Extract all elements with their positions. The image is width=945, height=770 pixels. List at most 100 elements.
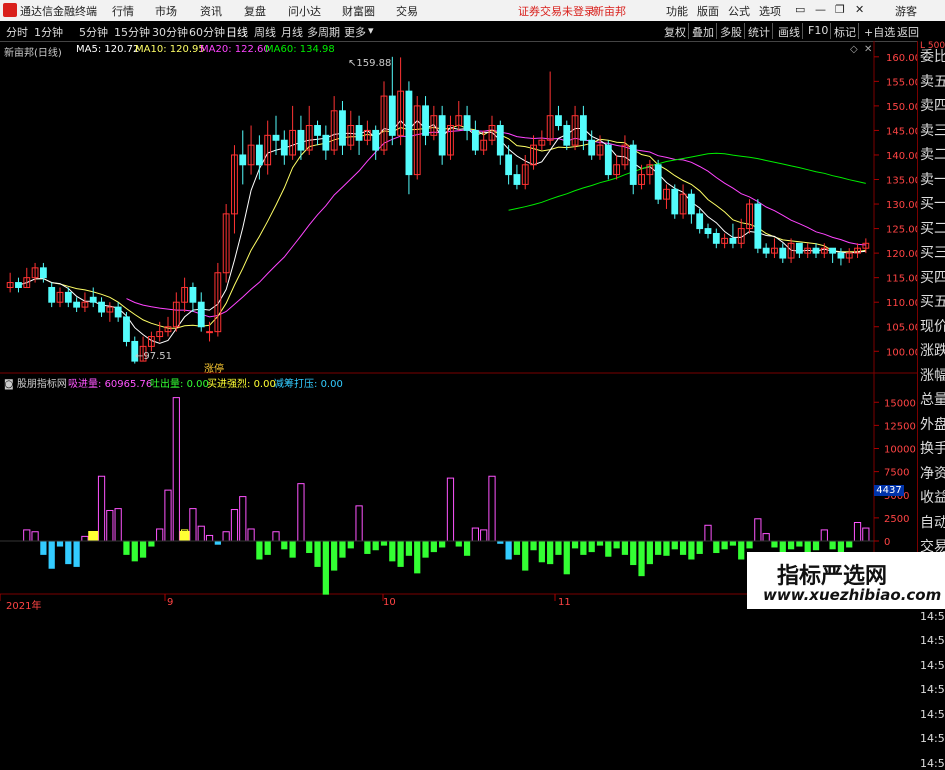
more-dropdown-icon[interactable]: ▾	[368, 24, 374, 37]
panel-close-icon[interactable]: ✕	[864, 44, 872, 55]
period-1min[interactable]: 1分钟	[34, 24, 63, 40]
candle-down	[197, 301, 205, 328]
menu-banmian[interactable]: 版面	[697, 3, 719, 19]
volume-bar-negative	[829, 541, 836, 550]
candle-down	[339, 110, 346, 146]
minimize-icon[interactable]: —	[815, 3, 826, 16]
candle-down	[654, 164, 662, 200]
volume-bar-positive	[704, 524, 712, 542]
side-panel-label: 涨跌	[920, 343, 945, 359]
side-panel-label: 14:56	[920, 756, 945, 770]
tool-f10[interactable]: F10	[808, 24, 828, 37]
volume-bar-negative	[256, 541, 263, 560]
period-daily[interactable]: 日线	[226, 24, 248, 40]
period-60min[interactable]: 60分钟	[189, 24, 225, 40]
period-more[interactable]: 更多	[344, 24, 366, 40]
price-tick-label: 155.00	[886, 77, 917, 88]
volume-bar-negative	[73, 541, 80, 567]
volume-tick-label: 10000	[884, 445, 916, 456]
volume-bar-positive	[97, 475, 106, 542]
volume-bar-negative	[563, 541, 570, 575]
menu-shichang[interactable]: 市场	[155, 3, 177, 19]
volume-bar-negative	[380, 541, 388, 546]
menu-wenxiaoda[interactable]: 问小达	[288, 3, 321, 19]
kline-chart[interactable]: 160.00 155.00 150.00 145.00 140.00 135.00 130.…	[0, 41, 917, 609]
period-30min[interactable]: 30分钟	[152, 24, 188, 40]
guest-label[interactable]: 游客	[895, 3, 917, 19]
x-label-nov: 11	[558, 597, 571, 608]
tool-fuquan[interactable]: 复权	[664, 24, 686, 40]
side-panel-label: 卖一	[920, 171, 945, 188]
period-monthly[interactable]: 月线	[281, 24, 303, 40]
strong-buy-marker	[88, 531, 99, 541]
volume-bar-negative	[306, 541, 313, 554]
volume-bar-positive	[197, 525, 205, 542]
side-panel-label: 14:56	[920, 609, 945, 623]
tool-tongji[interactable]: 统计	[748, 24, 770, 40]
volume-bar-positive	[480, 529, 488, 542]
tool-duogu[interactable]: 多股	[720, 24, 742, 40]
price-tick-label: 145.00	[886, 126, 917, 137]
candle-down	[388, 95, 396, 136]
volume-bar-negative	[696, 541, 703, 554]
tool-add-watchlist[interactable]: +自选	[864, 24, 895, 40]
app-name: 通达信金融终端	[20, 5, 97, 18]
menu-hangqing[interactable]: 行情	[112, 3, 134, 19]
period-15min[interactable]: 15分钟	[114, 24, 150, 40]
volume-value-box: 4437	[874, 485, 904, 496]
volume-bar-negative	[605, 541, 612, 557]
high-price-label: ↖159.88	[348, 58, 392, 69]
candle-down	[280, 139, 288, 156]
menu-fupan[interactable]: 复盘	[244, 3, 266, 19]
candle-down	[15, 282, 22, 288]
volume-bar-negative	[331, 541, 338, 571]
volume-bar-negative	[804, 541, 811, 553]
side-panel-label: 换手	[920, 441, 945, 457]
period-5min[interactable]: 5分钟	[79, 24, 108, 40]
side-panel-label: 14:56	[920, 683, 945, 696]
volume-bar-positive	[247, 528, 255, 542]
price-tick-label: 150.00	[886, 102, 917, 113]
period-fenshi[interactable]: 分时	[6, 24, 28, 40]
volume-bar-negative	[713, 541, 720, 554]
volume-bar-negative	[621, 541, 629, 555]
volume-bar-negative	[339, 541, 346, 558]
side-panel-label: 买四	[920, 269, 945, 286]
volume-bar-negative	[322, 541, 329, 595]
panel-settings-icon[interactable]: ◇	[850, 44, 858, 55]
restore-icon[interactable]: ❐	[835, 3, 845, 16]
candle-down	[496, 125, 504, 156]
login-notice[interactable]: 证券交易未登录	[518, 3, 595, 19]
menu-gongneng[interactable]: 功能	[666, 3, 688, 19]
tool-biaoji[interactable]: 标记	[834, 24, 856, 40]
tool-back[interactable]: 返回	[897, 24, 919, 40]
candle-down	[563, 125, 571, 146]
volume-tick-label: 0	[884, 537, 890, 548]
tool-diejia[interactable]: 叠加	[692, 24, 714, 40]
price-tick-label: 115.00	[886, 274, 917, 285]
ma20-readout: MA20: 122.60	[200, 44, 270, 55]
side-panel-label: 卖五	[920, 73, 945, 90]
volume-bar-negative	[148, 541, 155, 547]
menu-caifuquan[interactable]: 财富圈	[342, 3, 375, 19]
volume-bar-negative	[538, 541, 545, 563]
menu-jiaoyi[interactable]: 交易	[396, 3, 418, 19]
tool-huaxian[interactable]: 画线	[778, 24, 800, 40]
menu-zixun[interactable]: 资讯	[200, 3, 222, 19]
price-tick-label: 160.00	[886, 53, 917, 64]
x-label-sep: 9	[167, 597, 174, 608]
period-multi[interactable]: 多周期	[307, 24, 340, 40]
menu-xuanxiang[interactable]: 选项	[759, 3, 781, 19]
menu-gongshi[interactable]: 公式	[728, 3, 750, 19]
candle-down	[704, 228, 712, 234]
candle-down	[73, 301, 81, 308]
sub-indicator-name: ◙ 股朋指标网	[4, 379, 67, 390]
window-menu-icon[interactable]: ▭	[795, 3, 805, 16]
app-logo-icon	[3, 3, 17, 17]
period-weekly[interactable]: 周线	[254, 24, 276, 40]
close-icon[interactable]: ✕	[855, 3, 864, 16]
volume-bar-positive	[754, 518, 762, 542]
volume-bar-negative	[463, 541, 471, 556]
volume-bar-negative	[264, 541, 271, 555]
candle-down	[762, 247, 770, 254]
